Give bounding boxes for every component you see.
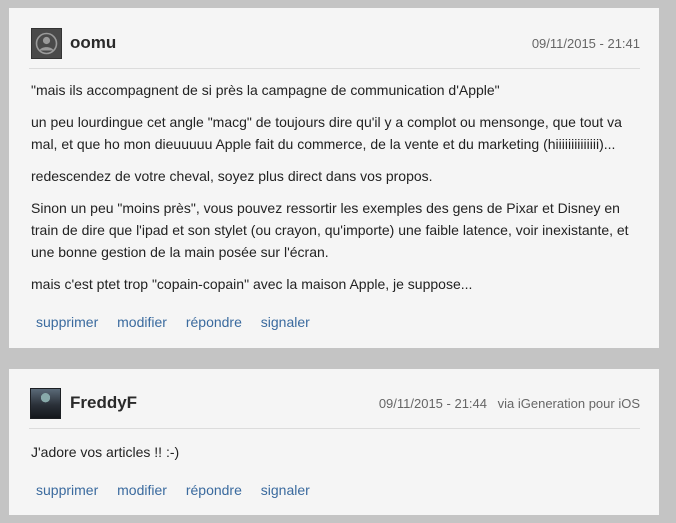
delete-link[interactable]: supprimer [36, 482, 98, 498]
comment-paragraph: Sinon un peu "moins près", vous pouvez r… [31, 200, 629, 260]
comment-timestamp: 09/11/2015 - 21:44 [378, 396, 487, 411]
comment-body: J'adore vos articles !! :-) [31, 441, 633, 473]
user-photo-avatar[interactable] [30, 388, 61, 419]
default-user-avatar-icon[interactable] [31, 28, 62, 59]
header-divider [29, 428, 640, 429]
comment-paragraph: "mais ils accompagnent de si près la cam… [31, 82, 500, 98]
edit-link[interactable]: modifier [117, 482, 167, 498]
comment-paragraph: un peu lourdingue cet angle "macg" de to… [31, 114, 622, 152]
comment-timestamp: 09/11/2015 - 21:41 [531, 36, 640, 51]
comment-card: FreddyF 09/11/2015 - 21:44 via iGenerati… [9, 369, 659, 515]
comment-username[interactable]: oomu [70, 33, 116, 53]
comment-paragraph: redescendez de votre cheval, soyez plus … [31, 168, 433, 184]
header-divider [29, 68, 640, 69]
comment-body: "mais ils accompagnent de si près la cam… [31, 79, 633, 305]
comment-paragraph: mais c'est ptet trop "copain-copain" ave… [31, 276, 473, 292]
comment-card: oomu 09/11/2015 - 21:41 "mais ils accomp… [9, 8, 659, 348]
reply-link[interactable]: répondre [186, 314, 242, 330]
report-link[interactable]: signaler [261, 482, 310, 498]
comment-username[interactable]: FreddyF [70, 393, 137, 413]
edit-link[interactable]: modifier [117, 314, 167, 330]
delete-link[interactable]: supprimer [36, 314, 98, 330]
report-link[interactable]: signaler [261, 314, 310, 330]
comment-actions: supprimer modifier répondre signaler [36, 482, 325, 498]
reply-link[interactable]: répondre [186, 482, 242, 498]
comment-source: via iGeneration pour iOS [497, 396, 640, 411]
comment-actions: supprimer modifier répondre signaler [36, 314, 325, 330]
comment-paragraph: J'adore vos articles !! :-) [31, 444, 180, 460]
